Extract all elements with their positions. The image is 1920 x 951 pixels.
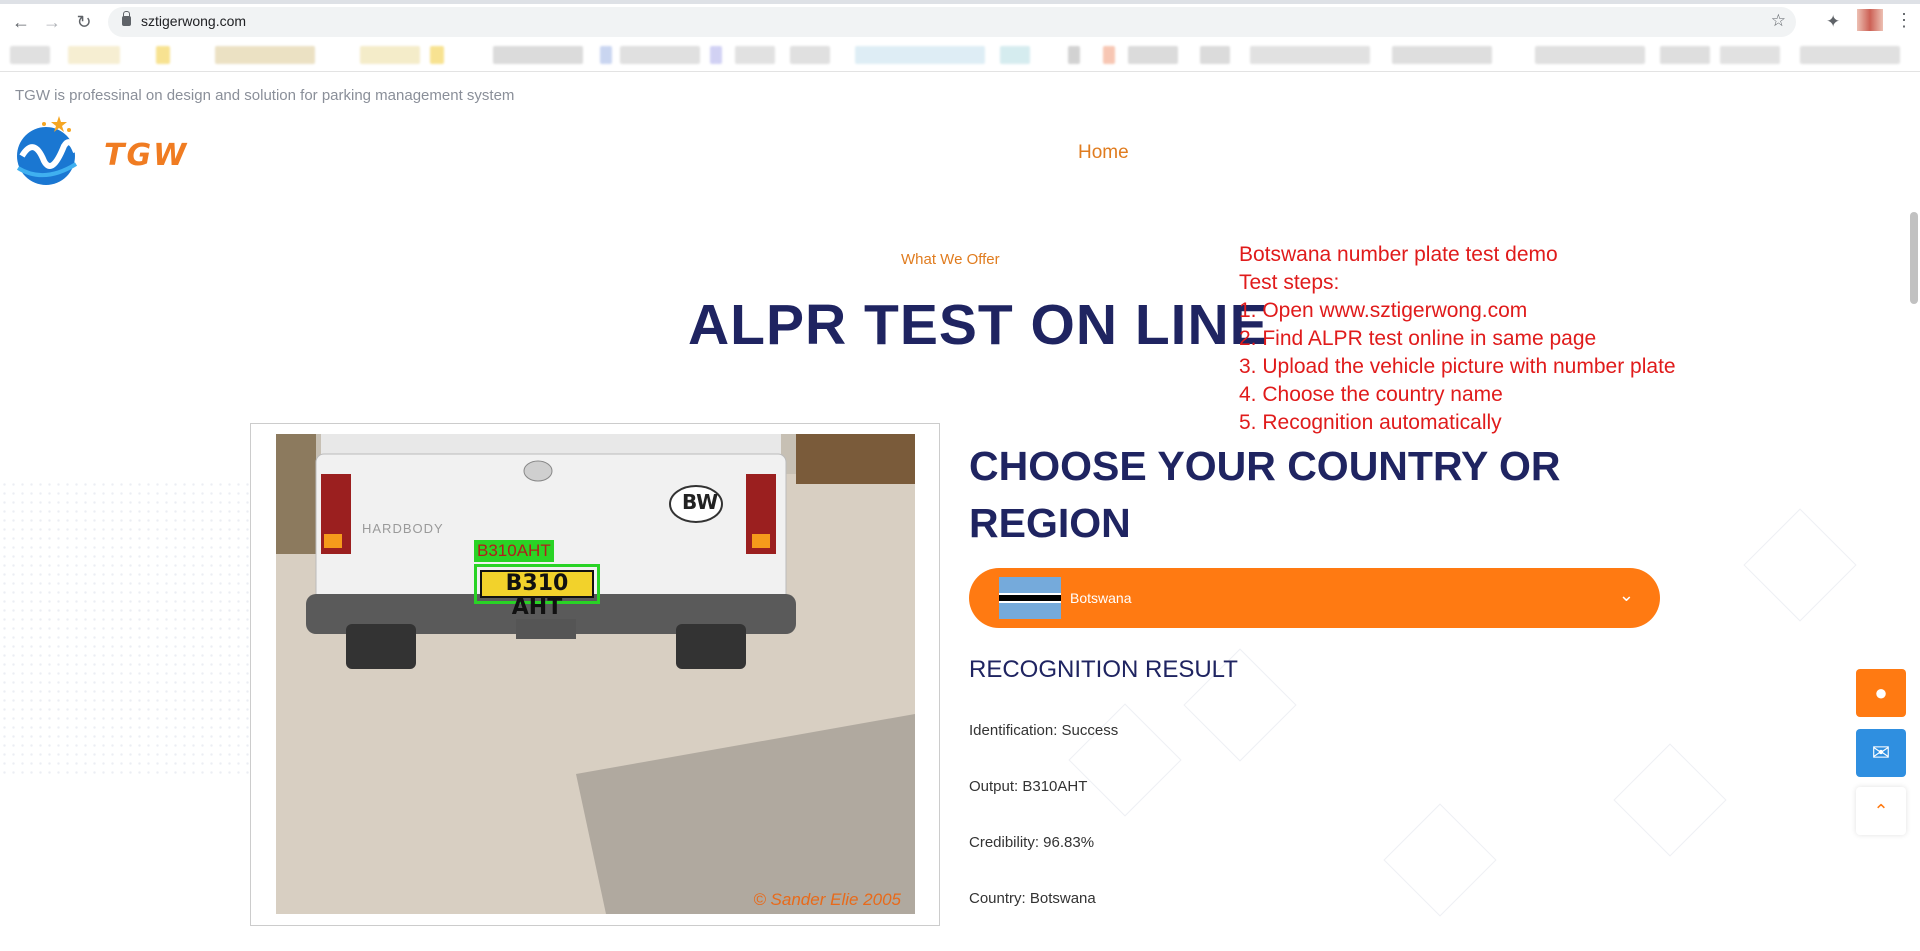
- arrow-up-icon: ⌃: [1873, 801, 1889, 821]
- demo-note-line: 3. Upload the vehicle picture with numbe…: [1239, 355, 1676, 378]
- bookmark-item[interactable]: [215, 46, 315, 64]
- browser-toolbar: ← → ↻ sztigerwong.com ☆ ✦ ⋮: [0, 0, 1920, 72]
- result-credibility: Credibility: 96.83%: [969, 834, 1095, 851]
- detection-box: B310 AHT: [474, 564, 600, 620]
- bg-diamond: [1613, 743, 1727, 857]
- country-select[interactable]: Botswana ⌄: [969, 568, 1660, 628]
- site-tagline: TGW is professinal on design and solutio…: [15, 87, 515, 104]
- vehicle-photo: BW HARDBODY B310AHT B310 AHT © Sander El…: [276, 434, 915, 914]
- bookmark-item[interactable]: [1800, 46, 1900, 64]
- botswana-flag-icon: [999, 577, 1061, 619]
- page-scrollbar[interactable]: [1910, 212, 1918, 304]
- back-icon[interactable]: ←: [11, 12, 31, 32]
- upload-image-frame[interactable]: BW HARDBODY B310AHT B310 AHT © Sander El…: [250, 423, 940, 926]
- bg-diamond: [1743, 508, 1857, 622]
- demo-notes: Botswana number plate test demo Test ste…: [1239, 241, 1676, 437]
- bookmark-item[interactable]: [710, 46, 722, 64]
- demo-note-line: Test steps:: [1239, 271, 1340, 294]
- logo-icon: [16, 116, 79, 185]
- demo-note-line: 4. Choose the country name: [1239, 383, 1503, 406]
- bookmark-item[interactable]: [360, 46, 420, 64]
- bookmark-item[interactable]: [735, 46, 775, 64]
- bg-diamond: [1383, 803, 1497, 917]
- customer-service-button[interactable]: ●: [1856, 669, 1906, 717]
- vehicle-badge: BW: [682, 490, 719, 514]
- page-title: ALPR TEST ON LINE: [688, 293, 1269, 357]
- tab-strip: [0, 0, 1920, 4]
- extensions-icon[interactable]: ✦: [1826, 12, 1840, 32]
- bookmark-item[interactable]: [1200, 46, 1230, 64]
- bg-diamond: [1068, 703, 1182, 817]
- bookmark-item[interactable]: [1103, 46, 1115, 64]
- bookmark-item[interactable]: [1720, 46, 1780, 64]
- reload-icon[interactable]: ↻: [74, 12, 94, 32]
- demo-note-line: 1. Open www.sztigerwong.com: [1239, 299, 1528, 322]
- address-bar[interactable]: sztigerwong.com ☆: [108, 7, 1796, 37]
- nav-home-link[interactable]: Home: [1078, 142, 1129, 164]
- bookmark-item[interactable]: [1128, 46, 1178, 64]
- bookmark-item[interactable]: [430, 46, 444, 64]
- bookmark-item[interactable]: [1000, 46, 1030, 64]
- country-heading: CHOOSE YOUR COUNTRY OR REGION: [969, 443, 1561, 546]
- result-identification: Identification: Success: [969, 722, 1119, 739]
- bookmark-item[interactable]: [10, 46, 50, 64]
- selected-country: Botswana: [1070, 590, 1132, 606]
- bookmark-item[interactable]: [493, 46, 583, 64]
- logo-text: TGW: [104, 138, 189, 173]
- chevron-down-icon: ⌄: [1618, 585, 1634, 605]
- bookmark-item[interactable]: [1068, 46, 1080, 64]
- bookmark-item[interactable]: [620, 46, 700, 64]
- mail-icon: ✉: [1871, 740, 1891, 765]
- user-icon: ●: [1874, 680, 1888, 705]
- bookmark-item[interactable]: [790, 46, 830, 64]
- demo-note-line: 2. Find ALPR test online in same page: [1239, 327, 1597, 350]
- bookmark-item[interactable]: [1392, 46, 1492, 64]
- bookmark-item[interactable]: [600, 46, 612, 64]
- bookmark-item[interactable]: [1250, 46, 1370, 64]
- back-to-top-button[interactable]: ⌃: [1856, 787, 1906, 835]
- result-heading: RECOGNITION RESULT: [969, 656, 1238, 683]
- url-text: sztigerwong.com: [141, 13, 247, 29]
- bookmark-item[interactable]: [855, 46, 985, 64]
- demo-note-line: Botswana number plate test demo: [1239, 243, 1558, 266]
- bookmark-star-icon[interactable]: ☆: [1771, 11, 1786, 31]
- bookmarks-bar: [0, 44, 1920, 68]
- license-plate: B310 AHT: [480, 570, 594, 620]
- photo-copyright: © Sander Elie 2005: [753, 890, 901, 909]
- email-button[interactable]: ✉: [1856, 729, 1906, 777]
- lock-icon: [122, 11, 131, 26]
- section-eyebrow: What We Offer: [901, 251, 1000, 268]
- vehicle-illustration: [276, 434, 915, 914]
- result-country: Country: Botswana: [969, 890, 1096, 907]
- bookmark-item[interactable]: [1535, 46, 1645, 64]
- vehicle-model-text: HARDBODY: [362, 521, 444, 536]
- site-logo[interactable]: TGW: [14, 116, 186, 188]
- browser-menu-icon[interactable]: ⋮: [1895, 10, 1913, 31]
- result-output: Output: B310AHT: [969, 778, 1088, 795]
- demo-note-line: 5. Recognition automatically: [1239, 411, 1502, 434]
- profile-avatar[interactable]: [1857, 9, 1883, 31]
- forward-icon[interactable]: →: [42, 12, 62, 32]
- bookmark-item[interactable]: [156, 46, 170, 64]
- bookmark-item[interactable]: [68, 46, 120, 64]
- detection-label: B310AHT: [474, 540, 554, 562]
- bookmark-item[interactable]: [1660, 46, 1710, 64]
